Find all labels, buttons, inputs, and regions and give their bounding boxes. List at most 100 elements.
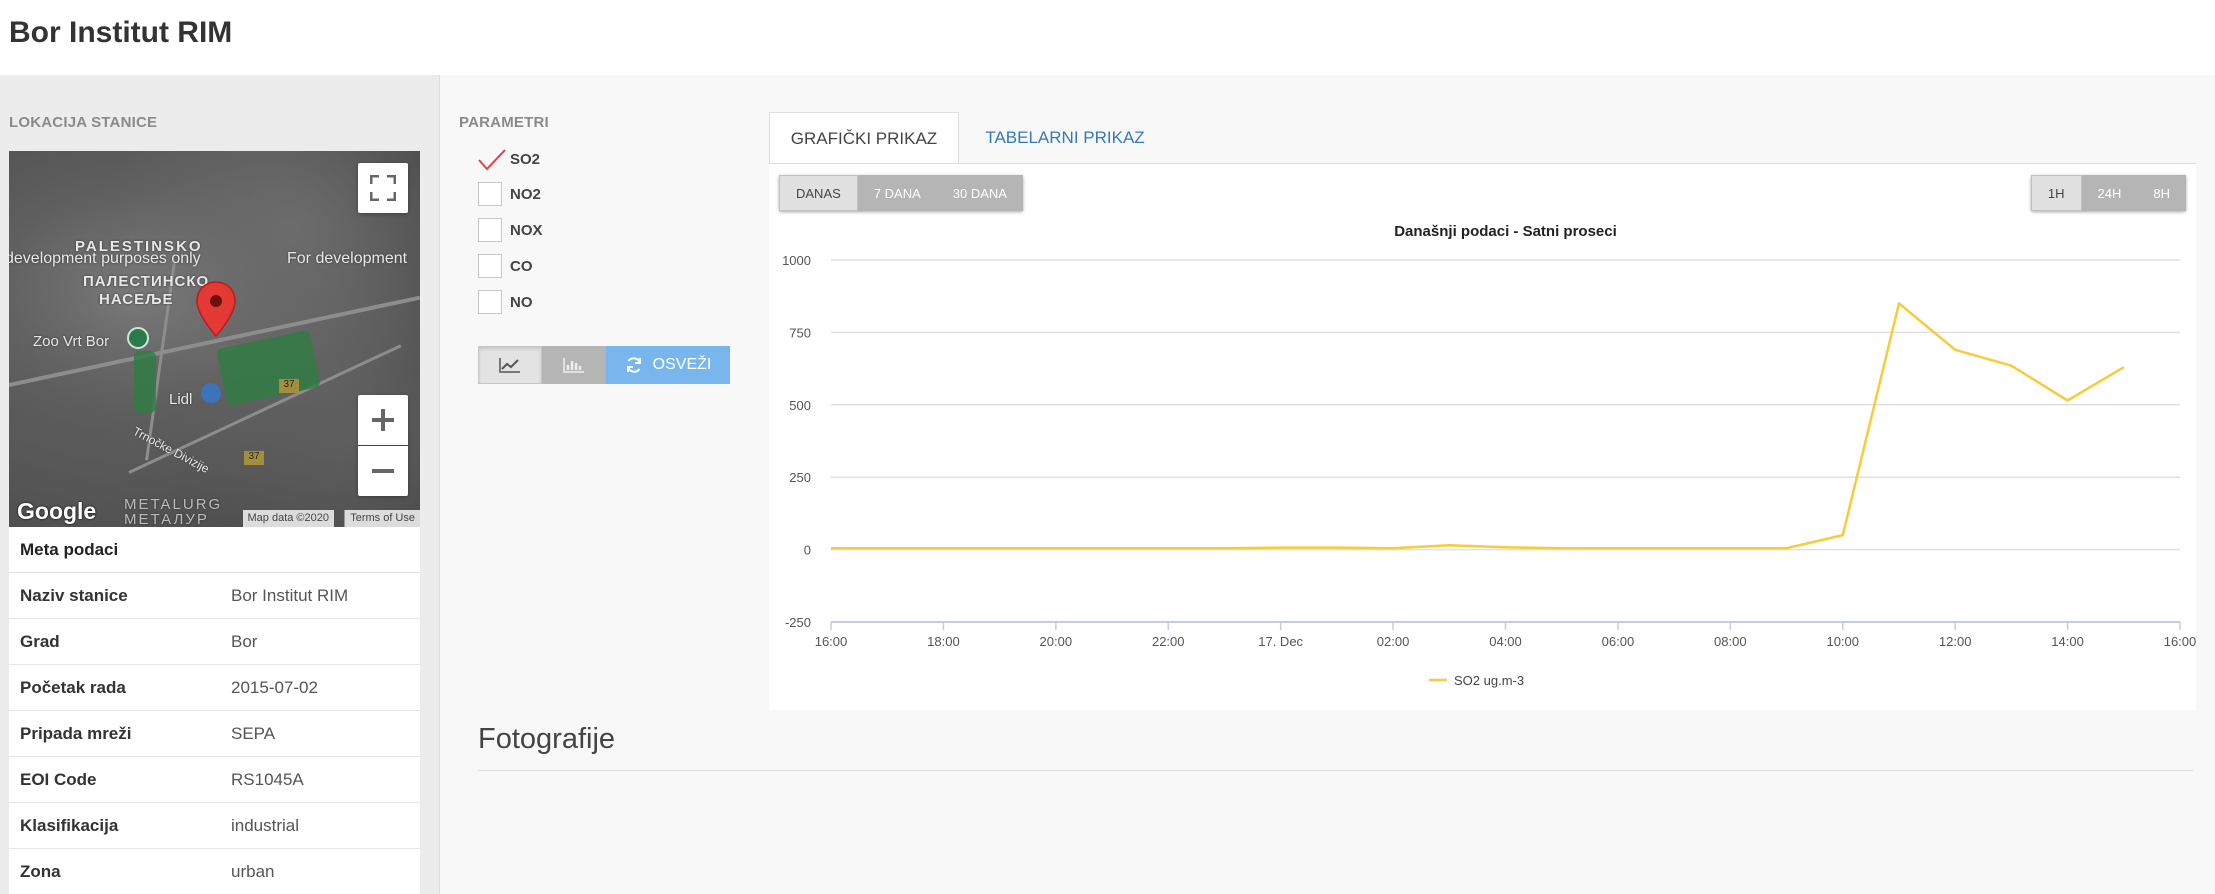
y-tick-label: 750 [789,325,811,340]
photos-divider [478,770,2193,771]
checkmark-icon [478,149,506,171]
plus-icon [372,409,394,431]
param-label: NO [510,293,533,311]
meta-value: 2015-07-02 [231,677,318,697]
map-label: Lidl [169,391,193,408]
meta-row: EOI Code RS1045A [9,757,420,803]
line-chart-button[interactable] [478,346,542,384]
tab-graphical[interactable]: GRAFIČKI PRIKAZ [769,112,959,164]
map-watermark: For development [287,250,408,267]
checkbox-co[interactable] [478,254,502,278]
meta-heading: Meta podaci [9,527,420,573]
page-title: Bor Institut RIM [9,16,233,49]
meta-row: Grad Bor [9,619,420,665]
chart-tools: OSVEŽI [478,346,730,384]
station-map[interactable]: development purposes only For developmen… [9,151,420,527]
x-tick-label: 08:00 [1714,634,1747,649]
checkbox-so2[interactable] [478,147,506,171]
param-label: SO2 [510,150,541,168]
map-label: ПАЛЕСТИНСКО [83,273,210,290]
x-tick-label: 10:00 [1826,634,1859,649]
checkbox-no[interactable] [478,290,502,314]
x-tick-label: 16:00 [2164,634,2196,649]
checkbox-nox[interactable] [478,218,502,242]
meta-key: Početak rada [20,677,126,697]
meta-key: Klasifikacija [20,815,119,835]
checkbox-no2[interactable] [478,182,502,206]
param-no[interactable]: NO [478,289,533,315]
bar-chart-button[interactable] [542,346,606,384]
param-label: CO [510,257,533,275]
location-label: LOKACIJA STANICE [9,114,158,131]
meta-key: Pripada mreži [20,723,132,743]
line-chart-icon [499,358,520,373]
meta-value: SEPA [231,723,276,743]
chart-panel: DANAS 7 DANA 30 DANA 1H 24H 8H Današnji … [769,163,2196,710]
meta-row: Naziv stanice Bor Institut RIM [9,573,420,619]
meta-row: Zona urban [9,849,420,894]
refresh-button[interactable]: OSVEŽI [606,346,730,384]
map-park [134,351,156,413]
road-shield: 37 [279,379,299,393]
google-logo: Google [17,498,97,524]
legend-label: SO2 ug.m-3 [1454,673,1524,688]
top-bar: Bor Institut RIM [0,0,2215,75]
param-label: NOX [510,221,543,239]
map-attribution: Map data ©2020 [242,510,334,527]
fullscreen-icon [370,175,396,201]
x-tick-label: 18:00 [927,634,960,649]
refresh-icon [626,357,641,373]
param-no2[interactable]: NO2 [478,181,541,207]
map-label: Zoo Vrt Bor [33,333,110,350]
road-shield: 37 [244,451,264,465]
y-tick-label: 500 [789,398,811,413]
meta-value: Bor Institut RIM [231,585,349,605]
location-marker-icon[interactable] [196,281,236,337]
meta-row: Klasifikacija industrial [9,803,420,849]
meta-row: Početak rada 2015-07-02 [9,665,420,711]
x-tick-label: 12:00 [1939,634,1972,649]
y-tick-label: 0 [804,543,811,558]
meta-value: industrial [231,815,300,835]
refresh-label: OSVEŽI [652,356,712,373]
x-tick-label: 22:00 [1152,634,1185,649]
map-label: НАСЕЉЕ [99,291,174,308]
so2-series-line [831,302,2125,550]
params-label: PARAMETRI [459,114,549,131]
meta-value: urban [231,861,275,881]
y-tick-label: -250 [785,615,811,630]
param-nox[interactable]: NOX [478,217,543,243]
zoom-out-button[interactable] [358,446,408,496]
meta-row: Pripada mreži SEPA [9,711,420,757]
meta-key: Zona [20,861,61,881]
meta-table: Meta podaci Naziv stanice Bor Institut R… [9,527,420,894]
meta-key: Naziv stanice [20,585,128,605]
meta-value: RS1045A [231,769,304,789]
y-tick-label: 1000 [782,253,811,268]
fullscreen-button[interactable] [358,163,408,213]
param-label: NO2 [510,185,541,203]
shop-pin-icon [201,383,221,403]
x-tick-label: 20:00 [1040,634,1073,649]
minus-icon [372,469,394,473]
x-tick-label: 02:00 [1377,634,1410,649]
chart-title: Današnji podaci - Satni proseci [1394,223,1617,240]
x-tick-label: 04:00 [1489,634,1522,649]
map-label: PALESTINSKO [75,238,203,255]
x-tick-label: 14:00 [2051,634,2084,649]
param-co[interactable]: CO [478,253,533,279]
meta-key: EOI Code [20,769,97,789]
zoo-pin-icon [127,327,149,349]
terms-link[interactable]: Terms of Use [344,510,420,527]
photos-heading: Fotografije [478,723,616,755]
meta-key: Grad [20,631,60,651]
param-so2[interactable]: SO2 [478,146,540,172]
x-tick-label: 17. Dec [1258,634,1303,649]
meta-value: Bor [231,631,258,651]
so2-line-chart: Današnji podaci - Satni proseci -250 0 250 5… [782,223,2196,688]
y-tick-label: 250 [789,470,811,485]
tab-tabular[interactable]: TABELARNI PRIKAZ [968,112,1162,164]
map-label: МЕТАЛУР [124,511,209,527]
x-tick-label: 16:00 [815,634,848,649]
zoom-in-button[interactable] [358,395,408,445]
